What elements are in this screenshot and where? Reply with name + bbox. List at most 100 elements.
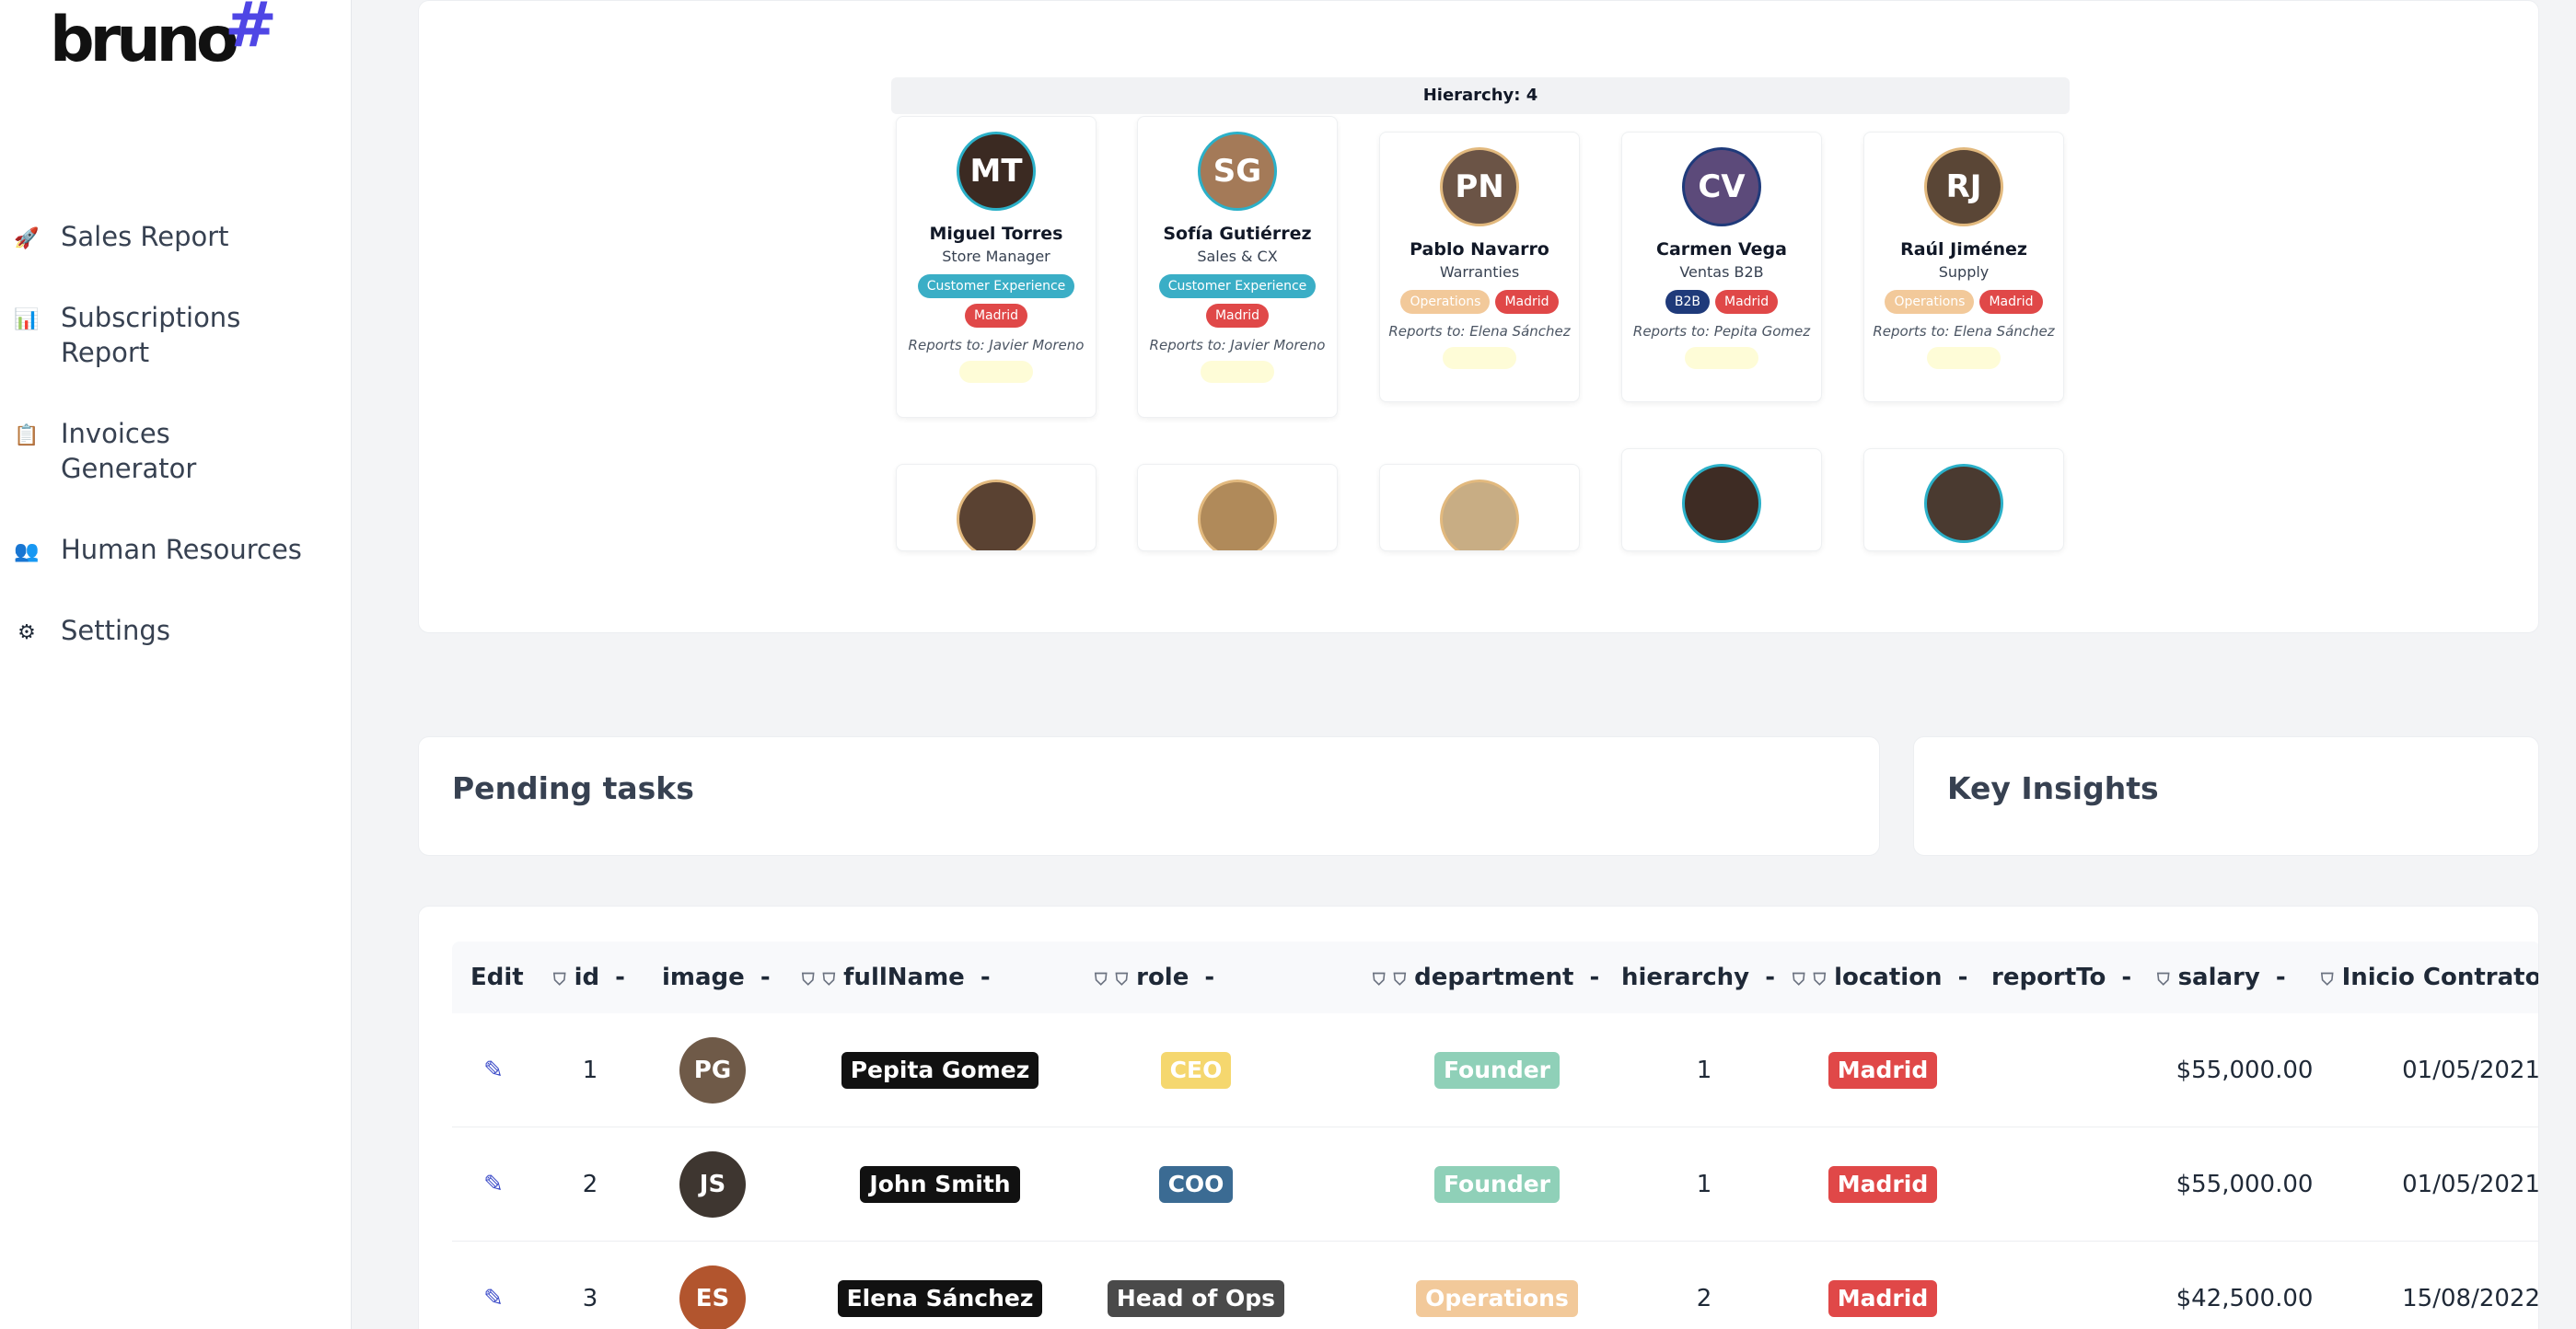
avatar [957, 480, 1036, 550]
table-row[interactable]: ✎ 1 PG Pepita Gomez CEO Founder 1 Madrid… [452, 1013, 2539, 1127]
person-card[interactable] [896, 464, 1097, 551]
sidebar-item-human-resources[interactable]: 👥 Human Resources [13, 532, 344, 567]
logo[interactable]: bruno # [50, 0, 277, 72]
shield-icon: ⛉ [1115, 970, 1129, 989]
sort-indicator[interactable]: - [1204, 964, 1214, 991]
person-role: Sales & CX [1197, 248, 1278, 265]
column-header-image[interactable]: image - [662, 942, 771, 1013]
role-badge: CEO [1160, 1052, 1232, 1089]
person-tags: Customer Experience [897, 274, 1096, 298]
reportto-cell [1991, 1013, 2139, 1127]
org-chart-card: Hierarchy: 4 MT Miguel Torres Store Mana… [418, 0, 2539, 633]
edit-cell: ✎ [461, 1013, 526, 1127]
fullname-cell: Elena Sánchez [802, 1242, 1078, 1329]
person-card[interactable] [1379, 464, 1580, 551]
person-card-sofia-gutierrez[interactable]: SG Sofía Gutiérrez Sales & CX Customer E… [1137, 116, 1338, 418]
pencil-icon[interactable]: ✎ [483, 1057, 504, 1084]
edit-cell: ✎ [461, 1242, 526, 1329]
location-badge: Madrid [1828, 1280, 1938, 1317]
column-label: image [662, 964, 745, 991]
column-label: fullName [843, 964, 965, 991]
table-header: Edit ⛉ id - image - ⛉ ⛉ fullName - ⛉ ⛉ r… [452, 942, 2539, 1013]
sort-indicator[interactable]: - [1765, 964, 1775, 991]
salary-cell: $55,000.00 [2176, 1171, 2314, 1198]
table-row[interactable]: ✎ 3 ES Elena Sánchez Head of Ops Operati… [452, 1242, 2539, 1329]
location-badge: Madrid [1828, 1166, 1938, 1203]
column-header-role[interactable]: ⛉ ⛉ role - [1095, 942, 1214, 1013]
avatar: RJ [1924, 147, 2003, 226]
sidebar-item-sales-report[interactable]: 🚀 Sales Report [13, 219, 344, 254]
sidebar-item-subscriptions-report[interactable]: 📊 Subscriptions Report [13, 300, 344, 370]
person-reports-to: Reports to: Javier Moreno [908, 337, 1085, 353]
hierarchy-cell: 1 [1696, 1171, 1712, 1198]
column-header-start-date[interactable]: ⛉ Inicio Contrato Ac [2321, 942, 2539, 1013]
column-label: location [1834, 964, 1943, 991]
column-label: role [1136, 964, 1189, 991]
person-card-carmen-vega[interactable]: CV Carmen Vega Ventas B2B B2B Madrid Rep… [1621, 132, 1822, 402]
faint-badge [959, 361, 1033, 383]
avatar: PG [679, 1037, 746, 1104]
role-cell: COO [1095, 1127, 1297, 1242]
sort-indicator[interactable]: - [615, 964, 625, 991]
section-title: Pending tasks [452, 770, 694, 806]
avatar [1924, 464, 2003, 543]
pencil-icon[interactable]: ✎ [483, 1171, 504, 1198]
start-date-cell: 01/05/2021 [2402, 1057, 2539, 1084]
location-badge: Madrid [1828, 1052, 1938, 1089]
person-tags: Customer Experience [1138, 274, 1337, 298]
column-header-hierarchy[interactable]: hierarchy - [1621, 942, 1775, 1013]
person-card-pablo-navarro[interactable]: PN Pablo Navarro Warranties Operations M… [1379, 132, 1580, 402]
sidebar-item-invoices-generator[interactable]: 📋 Invoices Generator [13, 416, 344, 486]
column-header-id[interactable]: ⛉ id - [553, 942, 625, 1013]
table-row[interactable]: ✎ 2 JS John Smith COO Founder 1 Madrid $… [452, 1127, 2538, 1242]
person-card[interactable] [1863, 448, 2064, 551]
shield-icon: ⛉ [2321, 970, 2334, 989]
sidebar-item-label: Sales Report [61, 221, 229, 252]
location-badge: Madrid [1979, 290, 2043, 314]
pencil-icon[interactable]: ✎ [483, 1285, 504, 1312]
column-header-reportto[interactable]: reportTo - [1991, 942, 2131, 1013]
column-header-fullname[interactable]: ⛉ ⛉ fullName - [802, 942, 991, 1013]
faint-badge [1927, 347, 2001, 369]
section-title: Key Insights [1947, 770, 2159, 806]
sort-indicator[interactable]: - [1958, 964, 1968, 991]
role-badge: COO [1158, 1166, 1234, 1203]
salary-cell: $42,500.00 [2176, 1285, 2314, 1312]
person-tags: Madrid [1138, 304, 1337, 328]
department-badge: B2B [1665, 290, 1711, 314]
column-label: reportTo [1991, 964, 2106, 991]
column-header-location[interactable]: ⛉ ⛉ location - [1793, 942, 1967, 1013]
column-header-department[interactable]: ⛉ ⛉ department - [1373, 942, 1599, 1013]
person-card[interactable] [1621, 448, 1822, 551]
column-header-salary[interactable]: ⛉ salary - [2157, 942, 2286, 1013]
salary-cell: $55,000.00 [2176, 1057, 2314, 1084]
department-cell: Founder [1373, 1013, 1621, 1127]
name-badge: John Smith [860, 1166, 1020, 1203]
sort-indicator[interactable]: - [2276, 964, 2286, 991]
shield-icon: ⛉ [2157, 970, 2170, 989]
department-badge: Founder [1433, 1166, 1560, 1203]
person-role: Ventas B2B [1679, 263, 1764, 281]
person-card[interactable] [1137, 464, 1338, 551]
sort-indicator[interactable]: - [760, 964, 771, 991]
sidebar-item-label: Settings [61, 615, 170, 646]
sort-indicator[interactable]: - [1590, 964, 1600, 991]
column-label: id [574, 964, 600, 991]
person-card-miguel-torres[interactable]: MT Miguel Torres Store Manager Customer … [896, 116, 1097, 418]
column-header-edit[interactable]: Edit [470, 942, 524, 1013]
person-card-raul-jimenez[interactable]: RJ Raúl Jiménez Supply Operations Madrid… [1863, 132, 2064, 402]
sort-indicator[interactable]: - [981, 964, 991, 991]
person-tags: Operations Madrid [1380, 290, 1579, 314]
image-cell: ES [662, 1242, 763, 1329]
bar-chart-icon: 📊 [14, 307, 40, 331]
department-badge: Customer Experience [1158, 274, 1317, 298]
column-label: Inicio Contrato Ac [2341, 964, 2539, 991]
location-cell: Madrid [1793, 1242, 1973, 1329]
rocket-icon: 🚀 [14, 226, 40, 250]
start-date-cell: 15/08/2022 [2402, 1285, 2539, 1312]
id-cell: 3 [582, 1285, 598, 1312]
person-reports-to: Reports to: Elena Sánchez [1388, 323, 1571, 340]
sort-indicator[interactable]: - [2121, 964, 2131, 991]
role-cell: CEO [1095, 1013, 1297, 1127]
sidebar-item-settings[interactable]: ⚙ Settings [13, 613, 344, 648]
